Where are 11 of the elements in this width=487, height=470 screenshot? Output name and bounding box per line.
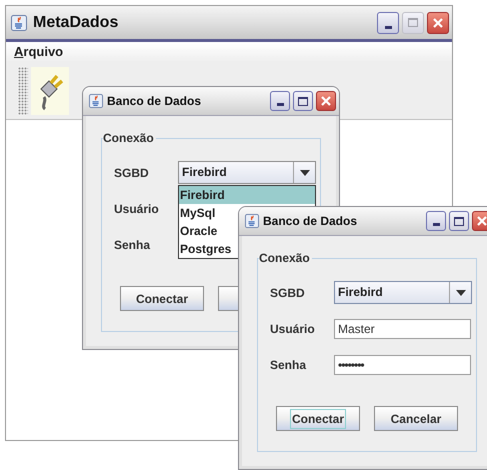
window-title: MetaDados bbox=[33, 12, 118, 32]
field-label: SGBD bbox=[114, 164, 150, 182]
dialog-title: Banco de Dados bbox=[107, 93, 202, 110]
field-label: SGBD bbox=[270, 284, 306, 302]
select-value: Firebird bbox=[337, 284, 384, 301]
field-label: Usuário bbox=[270, 320, 316, 338]
field-label: Senha bbox=[114, 236, 152, 254]
field-label: Senha bbox=[270, 356, 308, 374]
select-value: Firebird bbox=[181, 164, 228, 181]
dialog-title: Banco de Dados bbox=[263, 213, 358, 230]
field-label: Usuário bbox=[114, 200, 160, 218]
